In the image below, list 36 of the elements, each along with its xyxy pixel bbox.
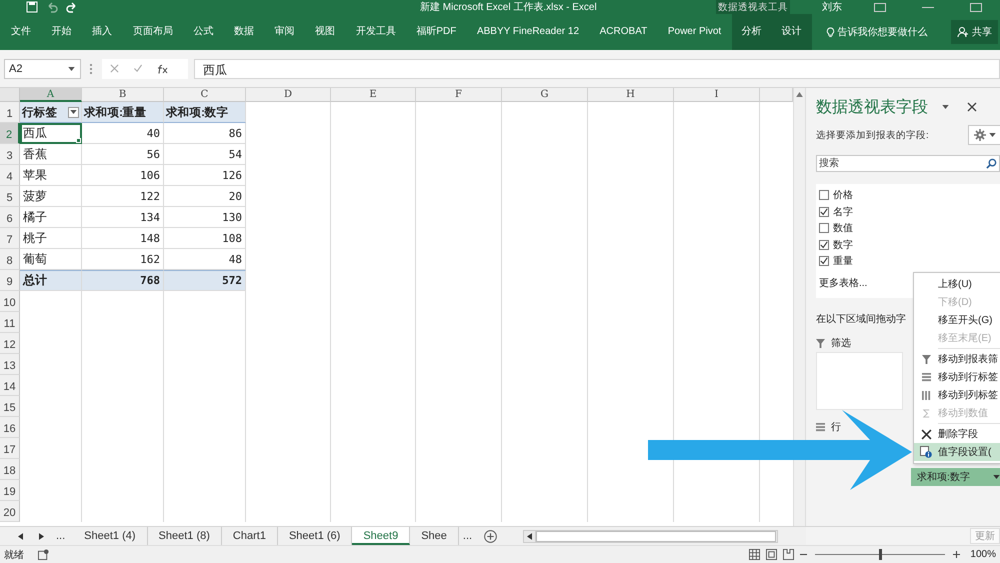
table-cell: 苹果 <box>23 166 47 184</box>
table-cell: 葡萄 <box>23 250 47 268</box>
table-cell: 54 <box>228 148 242 160</box>
table-cell: 106 <box>140 168 160 182</box>
table-cell: 86 <box>228 126 242 140</box>
drag-hint: 在以下区域间拖动字 <box>816 312 906 326</box>
area-label: 行 <box>831 421 841 434</box>
table-cell: 橘子 <box>23 208 47 226</box>
table-cell: 20 <box>228 190 242 202</box>
table-cell: 56 <box>146 148 160 160</box>
table-cell: 108 <box>222 232 242 244</box>
status-text: 就绪 <box>4 548 24 562</box>
table-cell: 572 <box>222 274 242 287</box>
table-cell: 总计 <box>23 272 47 289</box>
panel-subtitle: 选择要添加到报表的字段: <box>816 128 929 142</box>
table-cell: 桃子 <box>23 230 47 246</box>
table-cell: 126 <box>222 168 242 182</box>
table-cell: 西瓜 <box>23 124 47 142</box>
table-cell: 148 <box>140 232 160 244</box>
table-cell: 香蕉 <box>23 146 47 162</box>
table-cell-text: 行标签 <box>22 106 58 120</box>
panel-title: 数据透视表字段 <box>816 98 928 118</box>
table-cell-text: 求和项:重量 <box>84 105 146 120</box>
table-cell: 122 <box>140 190 160 202</box>
context-tab-group: 数据透视表工具 <box>716 0 790 14</box>
table-cell: 菠萝 <box>23 188 47 204</box>
table-cell: 40 <box>146 126 160 140</box>
table-cell: 768 <box>140 274 160 287</box>
area-label: 筛选 <box>831 336 851 350</box>
table-cell: 134 <box>140 210 160 224</box>
window-title: 新建 Microsoft Excel 工作表.xlsx - Excel <box>420 0 598 14</box>
field-chip-label: 求和项:数字 <box>917 470 970 484</box>
table-cell: 48 <box>228 252 242 266</box>
table-cell: 162 <box>140 252 160 266</box>
table-cell: 130 <box>222 210 242 224</box>
table-cell-text: 求和项:数字 <box>166 105 228 120</box>
